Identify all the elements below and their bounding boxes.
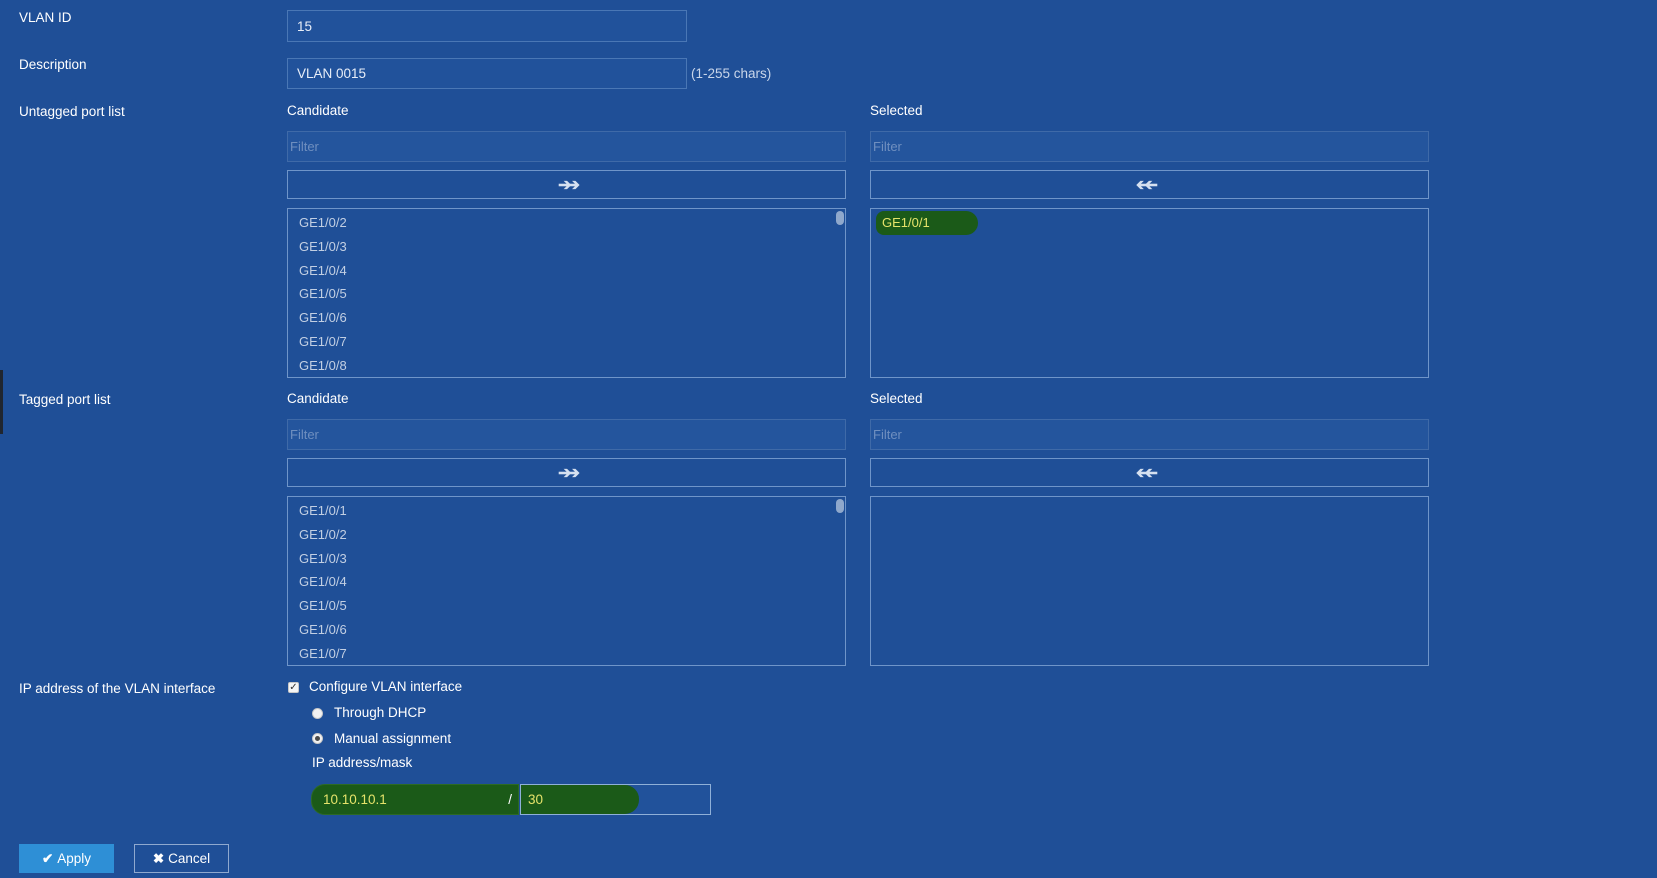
- highlighted-port: GE1/0/1: [876, 211, 978, 235]
- cancel-label: Cancel: [168, 851, 211, 866]
- untagged-port-list-label: Untagged port list: [19, 104, 125, 119]
- list-item[interactable]: GE1/0/4: [288, 259, 845, 283]
- ip-address-value: 10.10.10.1: [323, 792, 387, 807]
- list-item[interactable]: GE1/0/3: [288, 235, 845, 259]
- description-label: Description: [19, 57, 87, 72]
- list-item[interactable]: GE1/0/3: [288, 547, 845, 571]
- tagged-candidate-filter[interactable]: Filter: [287, 419, 846, 450]
- list-item[interactable]: GE1/0/8: [288, 354, 845, 377]
- tagged-selected-title: Selected: [870, 391, 923, 406]
- configure-vlan-interface-checkbox[interactable]: ✓: [288, 682, 299, 693]
- list-item[interactable]: GE1/0/4: [288, 570, 845, 594]
- list-item[interactable]: GE1/0/1: [288, 499, 845, 523]
- ip-mask-separator: /: [508, 792, 512, 807]
- tagged-selected-list[interactable]: [870, 496, 1429, 666]
- apply-button[interactable]: ✔ Apply: [19, 844, 114, 873]
- untagged-selected-filter[interactable]: Filter: [870, 131, 1429, 162]
- double-arrow-left-icon: ➔➔: [1141, 176, 1158, 194]
- mask-input[interactable]: 30: [520, 784, 711, 815]
- mask-value: 30: [521, 785, 639, 814]
- close-icon: ✖: [152, 850, 165, 866]
- through-dhcp-label: Through DHCP: [334, 705, 427, 720]
- scrollbar-thumb[interactable]: [836, 499, 844, 513]
- untagged-candidate-filter[interactable]: Filter: [287, 131, 846, 162]
- tagged-selected-filter[interactable]: Filter: [870, 419, 1429, 450]
- left-accent-bar: [0, 370, 3, 434]
- vlan-id-input[interactable]: 15: [287, 10, 687, 42]
- scrollbar-thumb[interactable]: [836, 211, 844, 225]
- description-hint: (1-255 chars): [691, 66, 772, 81]
- double-arrow-right-icon: ➔➔: [558, 464, 580, 482]
- ip-address-section-label: IP address of the VLAN interface: [19, 681, 216, 696]
- tagged-port-list-label: Tagged port list: [19, 392, 111, 407]
- through-dhcp-radio[interactable]: [312, 708, 323, 719]
- cancel-button[interactable]: ✖ Cancel: [134, 844, 229, 873]
- ip-address-input[interactable]: 10.10.10.1 /: [311, 784, 519, 815]
- manual-assignment-radio[interactable]: [312, 733, 323, 744]
- list-item[interactable]: GE1/0/6: [288, 618, 845, 642]
- untagged-candidate-title: Candidate: [287, 103, 349, 118]
- tagged-move-left-button[interactable]: ➔➔: [870, 458, 1429, 487]
- check-icon: ✔: [41, 850, 54, 866]
- untagged-candidate-list[interactable]: GE1/0/2 GE1/0/3 GE1/0/4 GE1/0/5 GE1/0/6 …: [287, 208, 846, 378]
- list-item[interactable]: GE1/0/7: [288, 330, 845, 354]
- untagged-move-left-button[interactable]: ➔➔: [870, 170, 1429, 199]
- double-arrow-right-icon: ➔➔: [558, 176, 580, 194]
- list-item[interactable]: GE1/0/7: [288, 642, 845, 665]
- list-item[interactable]: GE1/0/6: [288, 306, 845, 330]
- double-arrow-left-icon: ➔➔: [1141, 464, 1158, 482]
- untagged-selected-title: Selected: [870, 103, 923, 118]
- description-input[interactable]: VLAN 0015: [287, 58, 687, 89]
- tagged-move-right-button[interactable]: ➔➔: [287, 458, 846, 487]
- tagged-candidate-title: Candidate: [287, 391, 349, 406]
- untagged-move-right-button[interactable]: ➔➔: [287, 170, 846, 199]
- vlan-id-label: VLAN ID: [19, 10, 72, 25]
- list-item[interactable]: GE1/0/5: [288, 594, 845, 618]
- manual-assignment-label: Manual assignment: [334, 731, 452, 746]
- list-item[interactable]: GE1/0/1: [871, 211, 1428, 235]
- apply-label: Apply: [57, 851, 92, 866]
- tagged-candidate-list[interactable]: GE1/0/1 GE1/0/2 GE1/0/3 GE1/0/4 GE1/0/5 …: [287, 496, 846, 666]
- list-item[interactable]: GE1/0/2: [288, 211, 845, 235]
- ip-address-mask-label: IP address/mask: [312, 755, 413, 770]
- untagged-selected-list[interactable]: GE1/0/1: [870, 208, 1429, 378]
- configure-vlan-interface-label: Configure VLAN interface: [309, 679, 463, 694]
- list-item[interactable]: GE1/0/2: [288, 523, 845, 547]
- list-item[interactable]: GE1/0/5: [288, 282, 845, 306]
